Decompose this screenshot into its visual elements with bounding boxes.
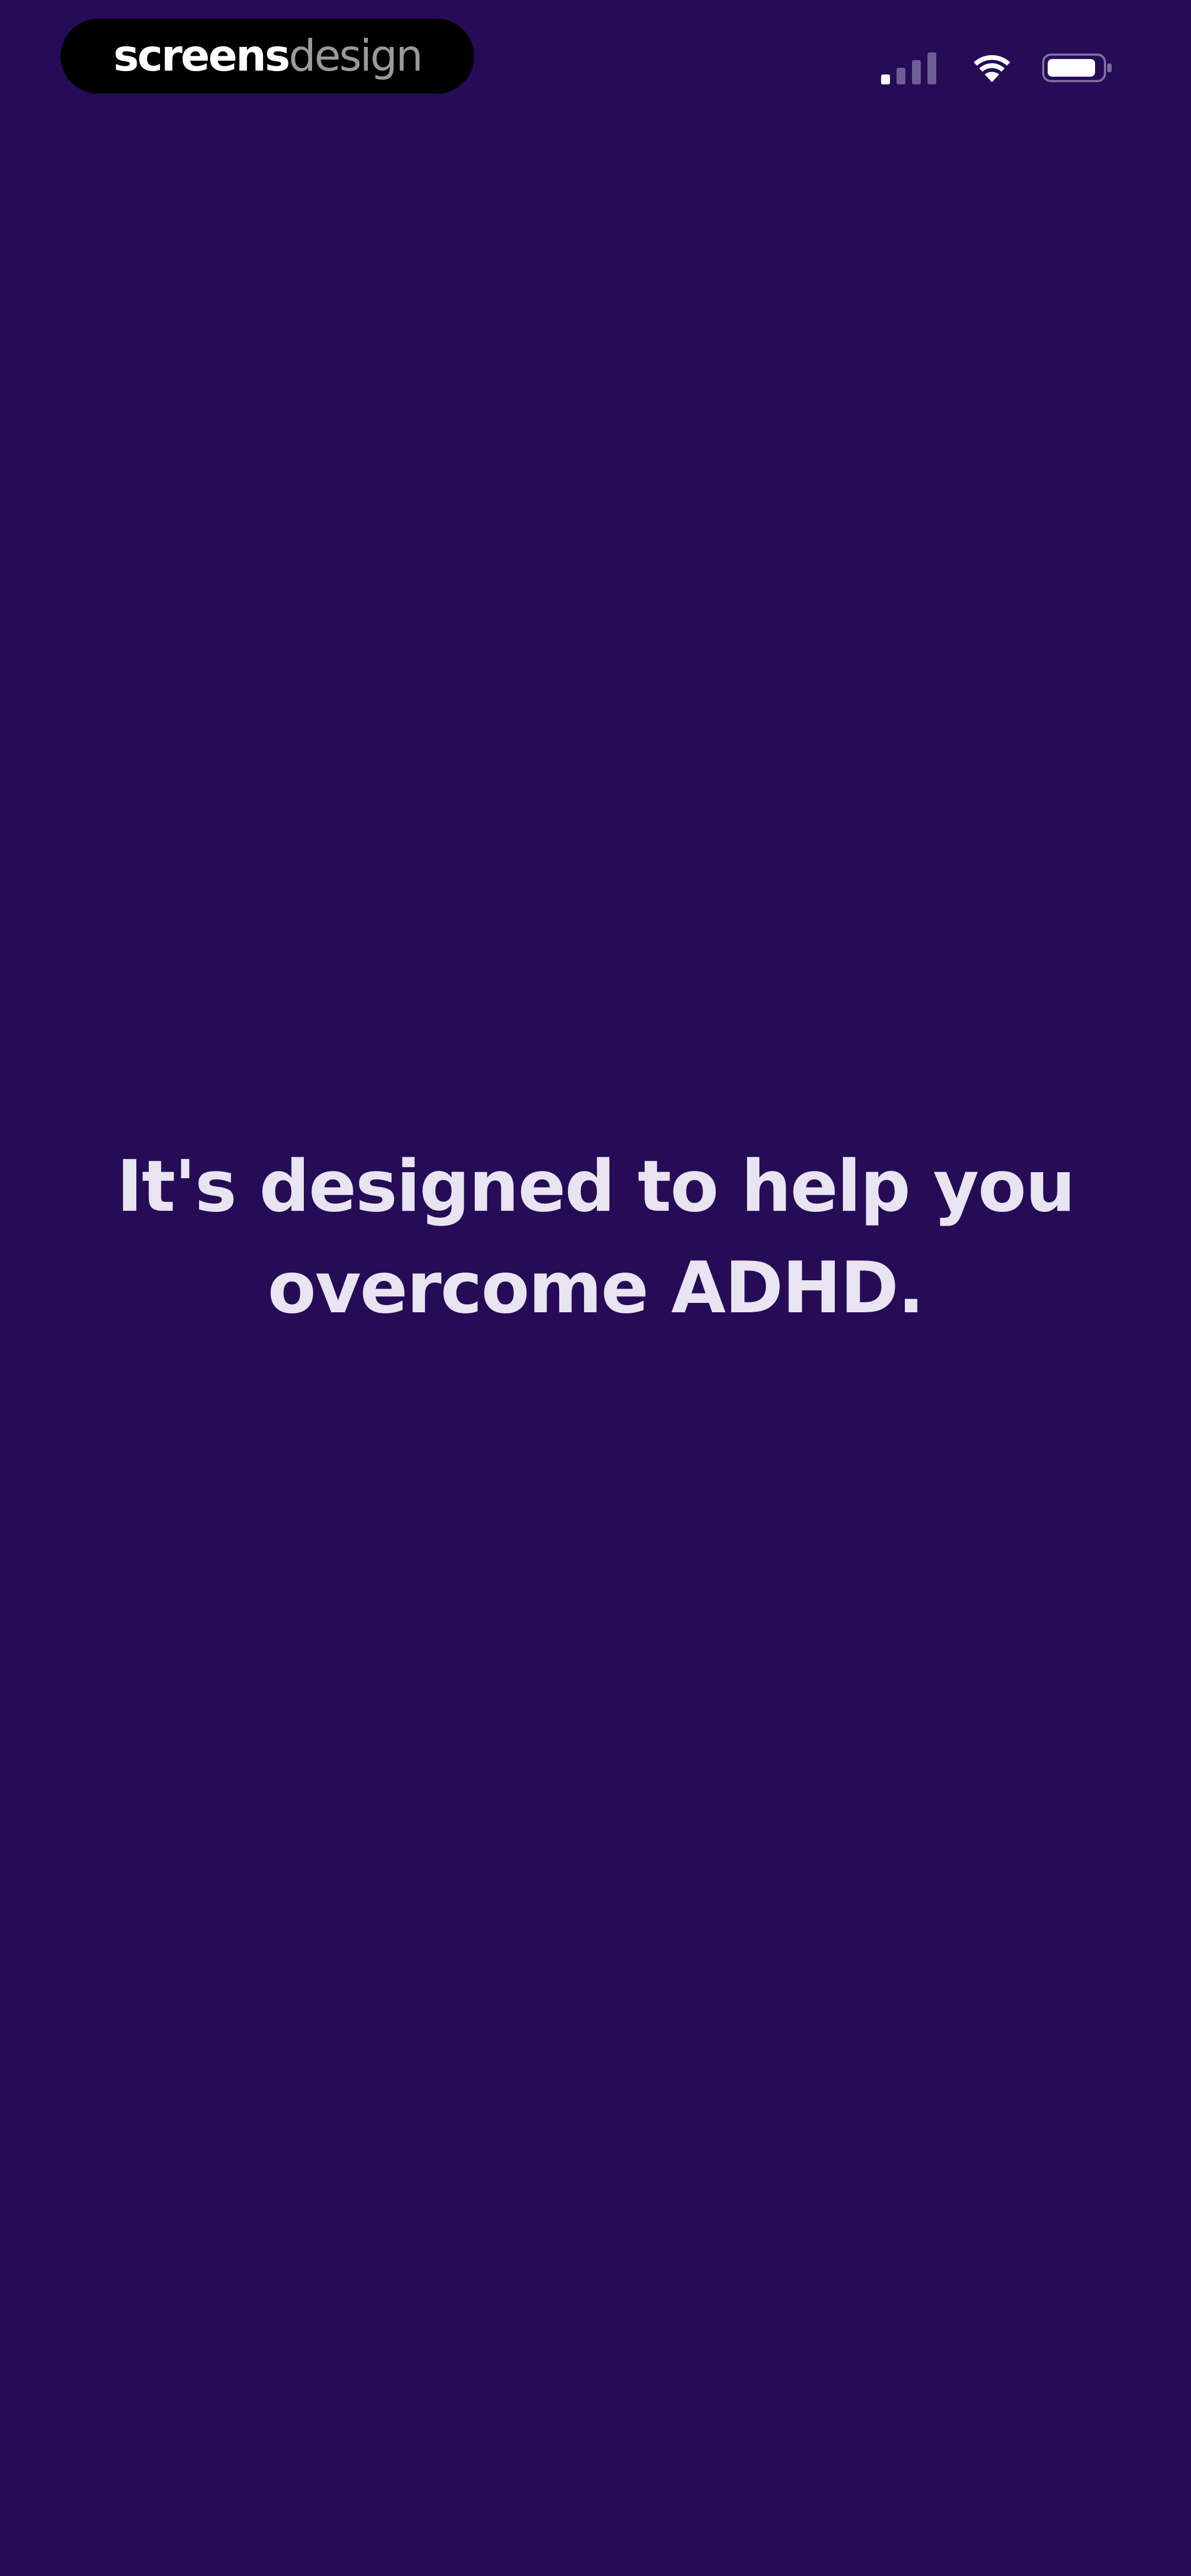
screensdesign-watermark: screens design xyxy=(61,19,474,94)
status-bar xyxy=(881,49,1114,87)
battery-icon xyxy=(1042,51,1114,84)
onboarding-screen: screens design It's designed to help you… xyxy=(0,0,1191,2576)
cellular-signal-icon xyxy=(881,51,942,84)
watermark-light-text: design xyxy=(288,31,423,81)
headline-line-2: overcome ADHD. xyxy=(267,1247,924,1329)
watermark-bold-text: screens xyxy=(113,31,291,81)
headline-line-1: It's designed to help you xyxy=(116,1146,1075,1228)
headline: It's designed to help you overcome ADHD. xyxy=(0,1136,1191,1339)
wifi-icon xyxy=(973,52,1011,83)
